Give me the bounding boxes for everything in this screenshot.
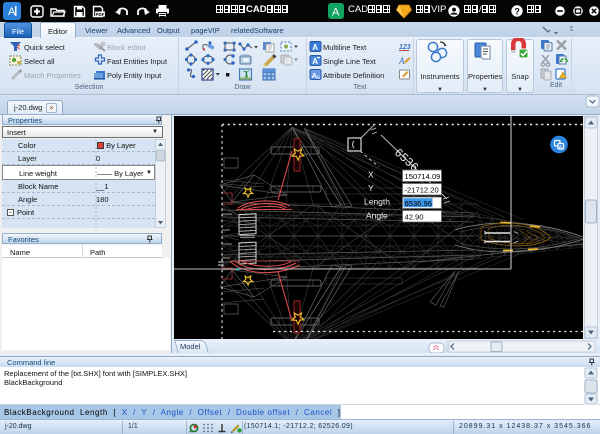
svg-text:Length: Length xyxy=(364,197,390,207)
svg-text:42.90: 42.90 xyxy=(405,213,424,222)
svg-text:A: A xyxy=(398,56,405,66)
svg-text:?: ? xyxy=(514,6,520,16)
svg-text:6536.96: 6536.96 xyxy=(405,199,432,208)
svg-text:PDF: PDF xyxy=(96,12,105,17)
svg-text:a: a xyxy=(316,74,320,81)
svg-text:Angle: Angle xyxy=(366,211,388,221)
svg-text:X: X xyxy=(368,170,374,180)
svg-text:150714.09: 150714.09 xyxy=(405,172,441,181)
svg-text:A: A xyxy=(332,7,340,19)
svg-text:-21712.20: -21712.20 xyxy=(405,186,439,195)
svg-text:A: A xyxy=(312,43,318,52)
svg-text:A: A xyxy=(8,6,16,18)
svg-text:123: 123 xyxy=(399,44,411,51)
svg-text:Y: Y xyxy=(368,183,374,193)
